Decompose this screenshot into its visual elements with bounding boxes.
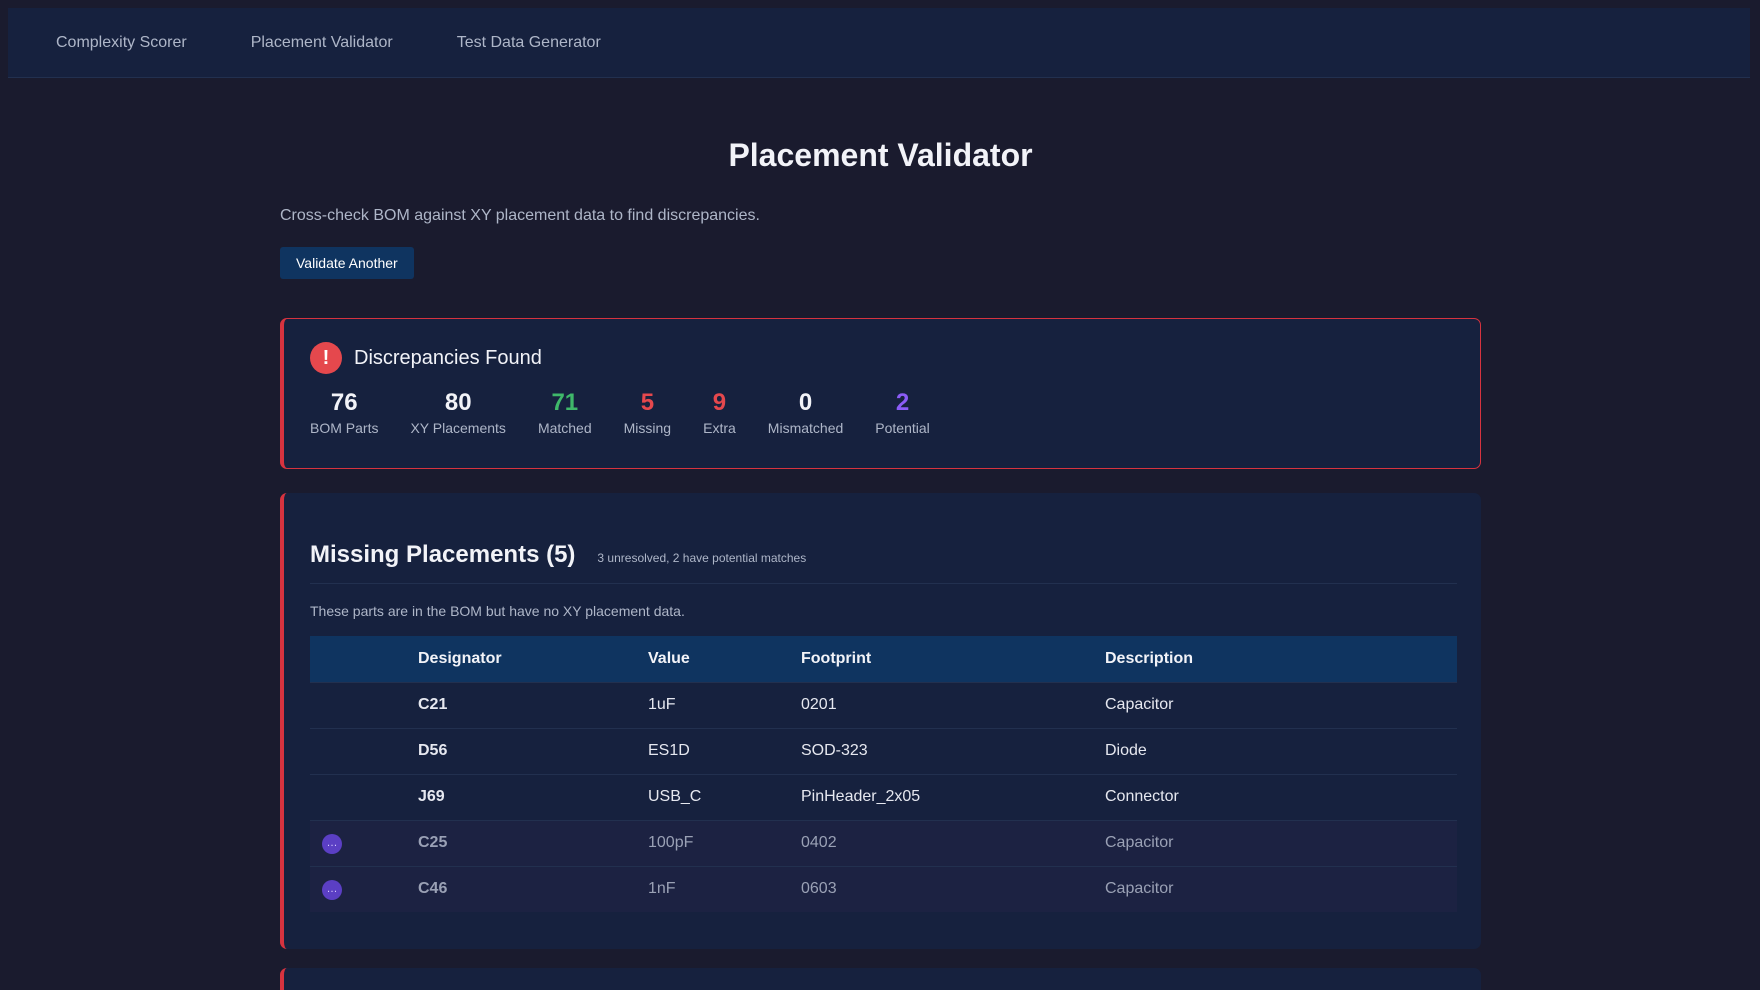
potential-match-icon[interactable]: … [322, 879, 342, 900]
missing-table: Designator Value Footprint Description C… [310, 636, 1457, 912]
designator-cell: J69 [408, 773, 638, 820]
stat-value: 76 [330, 389, 358, 416]
alert-icon: ! [310, 342, 342, 374]
status-cell [310, 727, 408, 774]
value-cell: 1nF [638, 865, 791, 912]
footprint-cell: SOD-323 [791, 727, 1095, 774]
table-row[interactable]: J69 USB_C PinHeader_2x05 Connector [310, 773, 1457, 820]
stat-xy-placements: 80 XY Placements [410, 388, 505, 436]
description-cell: Diode [1095, 727, 1457, 774]
stat-value: 0 [798, 389, 813, 416]
description-cell: Connector [1095, 773, 1457, 820]
column-header-description: Description [1105, 649, 1194, 667]
next-section-card [280, 968, 1481, 990]
value-cell: ES1D [638, 727, 791, 774]
value-cell: 100pF [638, 819, 791, 866]
table-row[interactable]: … C46 1nF 0603 Capacitor [310, 865, 1457, 912]
table-header-row: Designator Value Footprint Description [310, 636, 1457, 682]
main-content: Placement Validator Cross-check BOM agai… [280, 78, 1481, 949]
stat-potential: 2 Potential [875, 388, 929, 436]
status-cell [310, 773, 408, 820]
stat-label: Extra [703, 420, 736, 436]
status-cell [310, 681, 408, 728]
stat-missing: 5 Missing [624, 388, 671, 436]
value-cell: 1uF [638, 681, 791, 728]
value-cell: USB_C [638, 773, 791, 820]
validate-another-button[interactable]: Validate Another [280, 247, 414, 279]
summary-stats: 76 BOM Parts 80 XY Placements 71 Matched 5 Miss… [310, 388, 1454, 436]
footprint-cell: 0201 [791, 681, 1095, 728]
summary-header: ! Discrepancies Found [310, 342, 1454, 374]
stat-value: 2 [895, 389, 910, 416]
designator-cell: C21 [408, 681, 638, 728]
missing-placements-card: Missing Placements (5) 3 unresolved, 2 h… [280, 493, 1481, 949]
description-cell: Capacitor [1095, 681, 1457, 728]
summary-title: Discrepancies Found [354, 346, 542, 369]
table-row[interactable]: D56 ES1D SOD-323 Diode [310, 727, 1457, 774]
stat-label: Missing [623, 420, 672, 436]
missing-table-body: C21 1uF 0201 Capacitor D56 ES1D SOD-323 Diode J6… [310, 681, 1457, 912]
stat-value: 80 [444, 389, 472, 416]
page-description: Cross-check BOM against XY placement dat… [280, 207, 760, 224]
stat-label: XY Placements [410, 420, 506, 436]
column-header-status [310, 636, 408, 682]
stat-bom-parts: 76 BOM Parts [310, 388, 378, 436]
stat-matched: 71 Matched [538, 388, 592, 436]
description-cell: Capacitor [1095, 819, 1457, 866]
missing-description: These parts are in the BOM but have no X… [310, 603, 685, 619]
stat-label: Mismatched [767, 420, 844, 436]
description-cell: Capacitor [1095, 865, 1457, 912]
designator-cell: C25 [408, 819, 638, 866]
nav-test-data-generator[interactable]: Test Data Generator [457, 34, 601, 52]
footprint-cell: 0603 [791, 865, 1095, 912]
table-row[interactable]: … C25 100pF 0402 Capacitor [310, 819, 1457, 866]
top-navigation: Complexity Scorer Placement Validator Te… [8, 8, 1750, 78]
column-header-footprint: Footprint [801, 649, 872, 667]
nav-placement-validator[interactable]: Placement Validator [251, 34, 393, 52]
stat-mismatched: 0 Mismatched [768, 388, 843, 436]
designator-cell: D56 [408, 727, 638, 774]
status-cell: … [310, 819, 408, 866]
stat-label: BOM Parts [310, 420, 379, 436]
missing-header: Missing Placements (5) 3 unresolved, 2 h… [310, 541, 1457, 584]
stat-extra: 9 Extra [703, 388, 736, 436]
discrepancy-summary-card: ! Discrepancies Found 76 BOM Parts 80 XY Pl… [280, 318, 1481, 469]
footprint-cell: 0402 [791, 819, 1095, 866]
table-row[interactable]: C21 1uF 0201 Capacitor [310, 681, 1457, 728]
missing-title: Missing Placements (5) [310, 541, 576, 568]
stat-value: 71 [551, 389, 579, 416]
designator-cell: C46 [408, 865, 638, 912]
missing-subtitle: 3 unresolved, 2 have potential matches [597, 551, 807, 565]
stat-label: Potential [875, 420, 930, 436]
stat-value: 9 [712, 389, 727, 416]
footprint-cell: PinHeader_2x05 [791, 773, 1095, 820]
stat-label: Matched [537, 420, 592, 436]
column-header-designator: Designator [418, 649, 502, 667]
potential-match-icon[interactable]: … [322, 833, 342, 854]
nav-complexity-scorer[interactable]: Complexity Scorer [56, 34, 187, 52]
page-title: Placement Validator [728, 137, 1033, 173]
status-cell: … [310, 865, 408, 912]
stat-value: 5 [640, 389, 655, 416]
column-header-value: Value [648, 649, 690, 667]
